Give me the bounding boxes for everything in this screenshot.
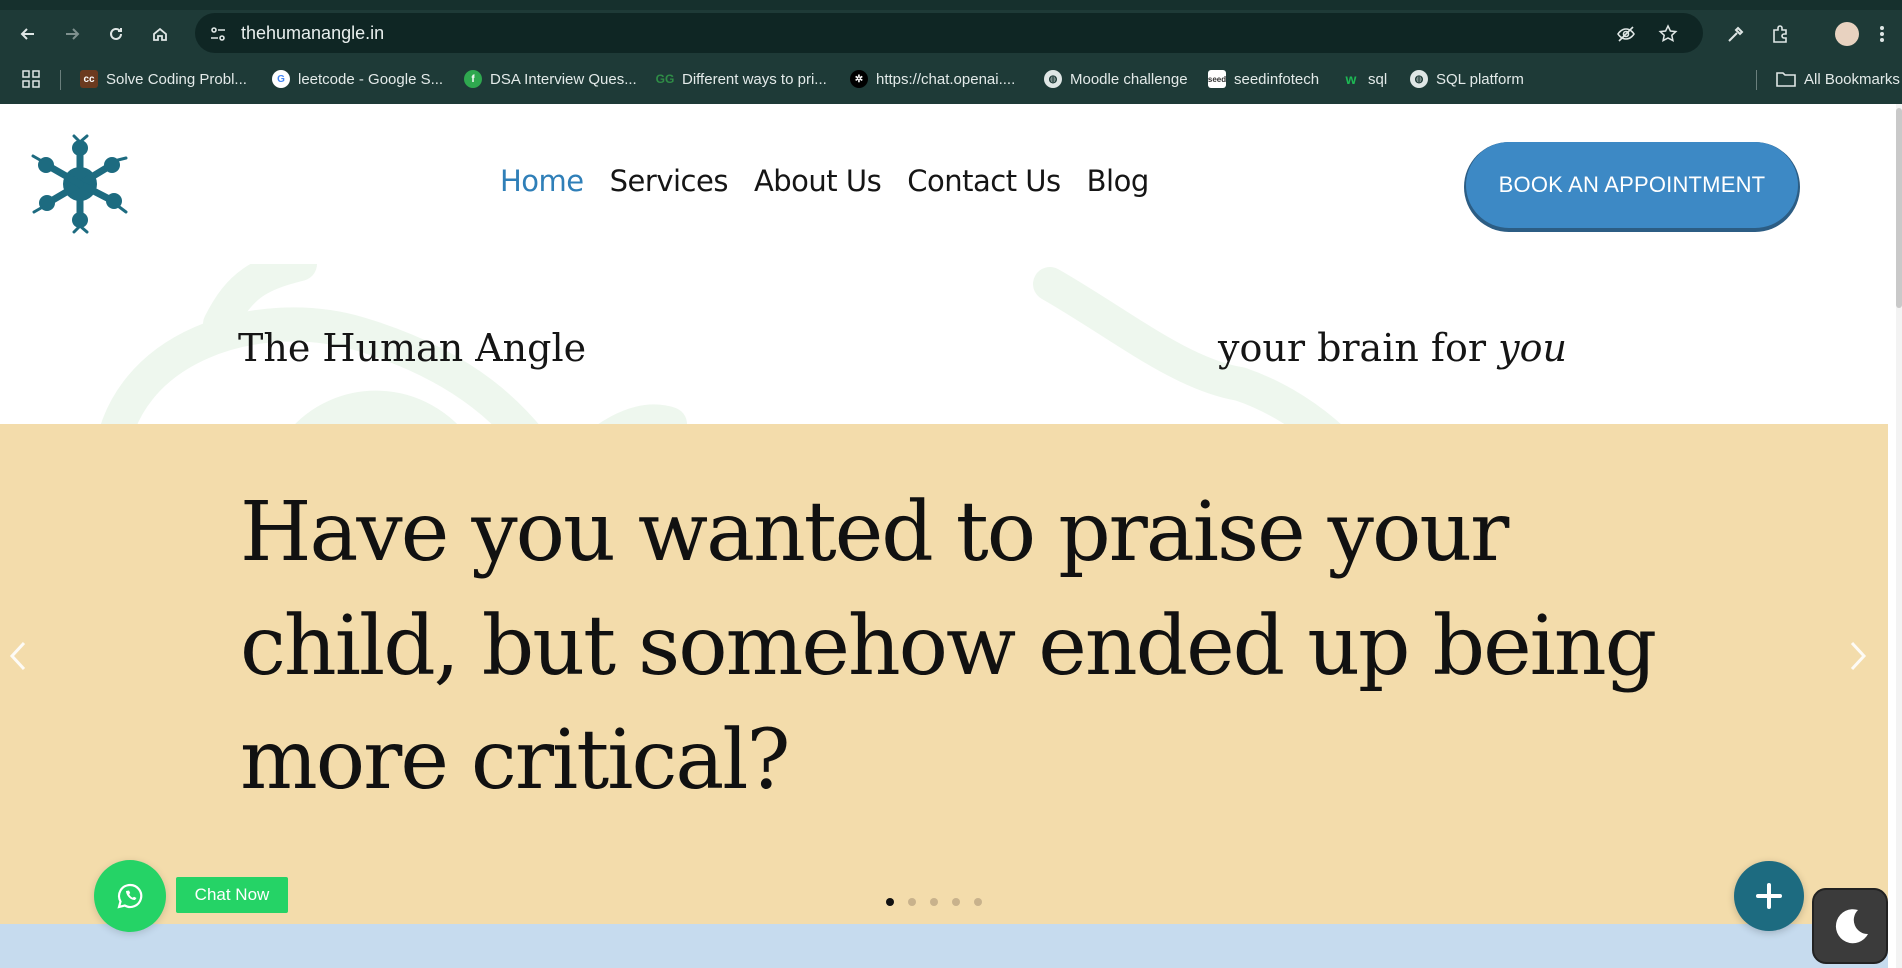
expand-menu-button[interactable] <box>1734 861 1804 931</box>
bookmark-item[interactable]: w sql <box>1342 68 1388 90</box>
hero-headline: Have you wanted to praise your child, bu… <box>240 485 1657 808</box>
back-arrow-icon <box>20 28 34 40</box>
tagline-emphasis: you <box>1498 326 1567 370</box>
bookmark-label: DSA Interview Ques... <box>490 70 637 88</box>
main-nav: Home Services About Us Contact Us Blog <box>500 164 1149 198</box>
carousel-dot[interactable] <box>908 898 916 906</box>
globe-icon: ◍ <box>1044 70 1062 88</box>
plus-icon <box>1756 883 1782 909</box>
reload-button[interactable] <box>102 20 130 48</box>
bookmark-item[interactable]: cc Solve Coding Probl... <box>80 68 247 90</box>
back-button[interactable] <box>14 20 42 48</box>
globe-icon: ◍ <box>1410 70 1428 88</box>
google-icon: G <box>272 70 290 88</box>
next-section <box>0 924 1888 968</box>
bookmark-label: SQL platform <box>1436 70 1524 88</box>
all-bookmarks-label: All Bookmarks <box>1804 70 1900 88</box>
whatsapp-button[interactable] <box>94 860 166 932</box>
bookmarks-bar: cc Solve Coding Probl... G leetcode - Go… <box>0 60 1902 98</box>
forward-arrow-icon <box>66 28 80 40</box>
bookmark-item[interactable]: G leetcode - Google S... <box>272 68 443 90</box>
extensions-icon[interactable] <box>1767 21 1793 47</box>
bookmark-item[interactable]: seed seedinfotech <box>1208 68 1319 90</box>
folder-icon <box>1776 72 1796 87</box>
web-page: Home Services About Us Contact Us Blog B… <box>0 104 1902 968</box>
tagline-prefix: your brain for <box>1218 326 1487 370</box>
site-settings-icon[interactable] <box>207 23 229 45</box>
carousel-dot[interactable] <box>974 898 982 906</box>
nav-about-us[interactable]: About Us <box>754 164 882 198</box>
hero-carousel: Have you wanted to praise your child, bu… <box>0 424 1888 924</box>
chevron-right-icon <box>1850 641 1867 671</box>
bookmark-label: seedinfotech <box>1234 70 1320 88</box>
book-appointment-button[interactable]: BOOK AN APPOINTMENT <box>1466 142 1798 228</box>
bookmark-item[interactable]: ◍ SQL platform <box>1410 68 1524 90</box>
leaf-icon: f <box>464 70 482 88</box>
moon-icon <box>1835 909 1868 944</box>
bookmark-label: leetcode - Google S... <box>298 70 444 88</box>
eyedropper-icon[interactable] <box>1723 21 1749 47</box>
carousel-prev-button[interactable] <box>8 638 28 683</box>
home-button[interactable] <box>146 20 174 48</box>
apps-grid-icon <box>22 70 40 88</box>
bookmark-label: Different ways to pri... <box>682 70 827 88</box>
bookmark-label: Solve Coding Probl... <box>106 70 247 88</box>
w-icon: w <box>1345 71 1357 87</box>
bookmark-item[interactable]: f DSA Interview Ques... <box>464 68 637 90</box>
browser-toolbar: thehumanangle.in <box>0 10 1902 54</box>
tab-strip <box>0 0 1902 10</box>
nav-contact-us[interactable]: Contact Us <box>907 164 1061 198</box>
whatsapp-icon <box>117 883 143 909</box>
all-bookmarks-button[interactable]: All Bookmarks <box>1776 68 1900 90</box>
bookmarks-separator <box>60 70 61 90</box>
page-scrollbar-thumb[interactable] <box>1896 108 1902 308</box>
chat-now-button[interactable]: Chat Now <box>176 877 288 913</box>
avatar <box>1835 22 1859 46</box>
cc-icon: cc <box>80 70 98 88</box>
bookmark-label: Moodle challenge <box>1070 70 1188 88</box>
nav-home[interactable]: Home <box>500 164 584 198</box>
bookmark-item[interactable]: ◍ Moodle challenge <box>1044 68 1188 90</box>
carousel-dot[interactable] <box>886 898 894 906</box>
reload-icon <box>110 27 122 40</box>
bookmarks-separator <box>1756 70 1757 90</box>
browser-chrome: thehumanangle.in cc Solve Coding Probl..… <box>0 0 1902 104</box>
home-icon <box>153 27 167 41</box>
url-text[interactable]: thehumanangle.in <box>241 23 384 44</box>
brand-name: The Human Angle <box>238 326 587 370</box>
site-logo-icon[interactable] <box>30 134 130 234</box>
gfg-icon: GG <box>655 72 675 86</box>
carousel-dot[interactable] <box>930 898 938 906</box>
chevron-left-icon <box>9 641 26 671</box>
bookmark-label: sql <box>1368 70 1388 88</box>
nav-blog[interactable]: Blog <box>1087 164 1150 198</box>
dark-mode-toggle[interactable] <box>1812 888 1888 964</box>
nav-services[interactable]: Services <box>610 164 729 198</box>
profile-avatar[interactable] <box>1834 21 1860 47</box>
bookmark-item[interactable]: GG Different ways to pri... <box>656 68 827 90</box>
bookmark-star-icon[interactable] <box>1657 23 1679 45</box>
openai-icon: ✲ <box>850 70 868 88</box>
bookmark-label: https://chat.openai.... <box>876 70 1016 88</box>
bookmark-item[interactable]: ✲ https://chat.openai.... <box>850 68 1015 90</box>
carousel-dots <box>886 898 982 906</box>
address-bar[interactable]: thehumanangle.in <box>195 13 1703 53</box>
apps-grid-button[interactable] <box>22 68 40 90</box>
carousel-next-button[interactable] <box>1848 638 1868 683</box>
carousel-dot[interactable] <box>952 898 960 906</box>
menu-dots-icon[interactable] <box>1874 21 1890 47</box>
brand-tagline: your brain for you <box>1218 326 1567 370</box>
seed-icon: seed <box>1208 70 1226 88</box>
forward-button[interactable] <box>58 20 86 48</box>
eye-off-icon[interactable] <box>1615 23 1637 45</box>
